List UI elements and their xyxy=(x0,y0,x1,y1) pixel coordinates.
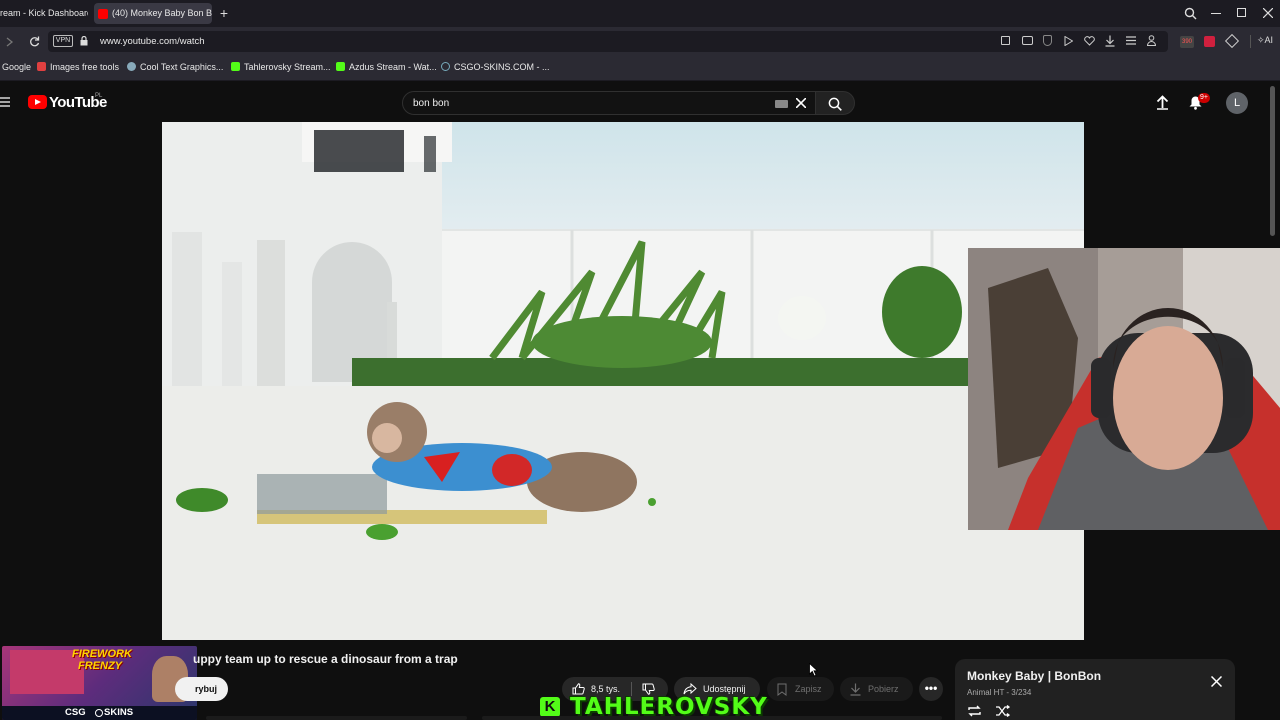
shuffle-icon[interactable] xyxy=(995,705,1010,717)
ad-brand-left: CSG xyxy=(65,707,86,718)
tab-kick-dashboard[interactable]: ream - Kick Dashboard xyxy=(0,3,88,24)
region-code: PL xyxy=(95,93,103,99)
browser-toolbar: VPN www.youtube.com/watch 390 ✧AI xyxy=(0,27,1280,56)
maximize-icon[interactable] xyxy=(1237,8,1246,17)
video-info-area: FIREWORK FRENZY CSG SKINS uppy team up t… xyxy=(0,640,1280,720)
kick-icon xyxy=(336,62,345,71)
loop-icon[interactable] xyxy=(967,705,982,717)
bottom-divider-left xyxy=(206,716,467,720)
playlist-title[interactable]: Monkey Baby | BonBon xyxy=(967,669,1101,683)
camera-icon[interactable] xyxy=(1022,36,1033,45)
bookmark-star-icon xyxy=(127,62,136,71)
menu-list-icon[interactable] xyxy=(1126,36,1136,45)
ai-sparkle-icon: ✧ xyxy=(1257,35,1265,45)
video-player[interactable] xyxy=(162,122,1084,640)
ad-brand-strip: CSG SKINS xyxy=(2,706,197,720)
bookmark-cool-text[interactable]: Cool Text Graphics... xyxy=(127,62,223,72)
ai-button[interactable]: ✧AI xyxy=(1257,35,1273,46)
search-box xyxy=(402,91,816,115)
vpn-badge[interactable]: VPN xyxy=(53,35,73,47)
download-button[interactable]: Pobierz xyxy=(840,677,913,701)
globe-icon xyxy=(441,62,450,71)
browser-tab-bar: ream - Kick Dashboard (40) Monkey Baby B… xyxy=(0,0,1280,27)
mouse-cursor-icon xyxy=(809,663,818,677)
tab-search-icon[interactable] xyxy=(1184,7,1197,20)
minimize-icon[interactable] xyxy=(1211,13,1221,14)
bookmark-icon xyxy=(777,683,787,696)
keyboard-icon[interactable] xyxy=(775,100,788,108)
sponsor-ad-banner[interactable]: FIREWORK FRENZY CSG SKINS xyxy=(2,646,197,720)
close-window-icon[interactable] xyxy=(1263,8,1273,18)
bookmark-google[interactable]: Google xyxy=(2,62,31,72)
bookmark-label: Cool Text Graphics... xyxy=(140,62,224,72)
webcam-overlay xyxy=(968,248,1280,530)
shield-icon[interactable] xyxy=(1043,35,1052,46)
bottom-divider-right xyxy=(482,716,942,720)
bookmark-images-free-tools[interactable]: Images free tools xyxy=(37,62,119,72)
playlist-panel: Monkey Baby | BonBon Animal HT - 3/234 xyxy=(955,659,1235,720)
search-button[interactable] xyxy=(815,91,855,115)
youtube-header: YouTube PL 9+ L xyxy=(0,82,1280,236)
ad-title-line1: FIREWORK xyxy=(72,648,132,660)
bookmark-csgo-skins[interactable]: CSGO-SKINS.COM - ... xyxy=(441,62,550,72)
toolbar-divider xyxy=(1250,35,1251,48)
avatar[interactable]: L xyxy=(1226,92,1248,114)
ai-label: AI xyxy=(1264,35,1274,45)
bookmark-label: Tahlerovsky Stream... xyxy=(244,62,331,72)
tab-label: ream - Kick Dashboard xyxy=(0,8,88,18)
bookmark-red-icon xyxy=(37,62,46,71)
kick-icon xyxy=(231,62,240,71)
extension-n-icon[interactable] xyxy=(1204,36,1215,47)
close-playlist-icon[interactable] xyxy=(1211,676,1222,687)
subscribe-label: rybuj xyxy=(195,684,218,694)
video-title: uppy team up to rescue a dinosaur from a… xyxy=(193,652,458,666)
bookmark-label: CSGO-SKINS.COM - ... xyxy=(454,62,550,72)
video-frame-image xyxy=(162,122,1084,640)
search-icon xyxy=(828,97,842,111)
bookmark-azdus[interactable]: Azdus Stream - Wat... xyxy=(336,62,437,72)
bookmark-tahlerovsky[interactable]: Tahlerovsky Stream... xyxy=(231,62,331,72)
save-button[interactable]: Zapisz xyxy=(767,677,834,701)
download-arrow-icon xyxy=(850,683,861,696)
bookmark-label: Images free tools xyxy=(50,62,120,72)
bookmark-label: Azdus Stream - Wat... xyxy=(349,62,437,72)
webcam-feed-image xyxy=(968,248,1280,530)
download-label: Pobierz xyxy=(868,684,899,694)
extension-cube-icon[interactable] xyxy=(1224,33,1240,49)
tab-label: (40) Monkey Baby Bon Bo xyxy=(112,8,212,18)
heart-icon[interactable] xyxy=(1084,36,1095,46)
reload-icon[interactable] xyxy=(29,36,40,47)
subscribe-button[interactable]: rybuj xyxy=(175,677,228,701)
ad-brand-right: SKINS xyxy=(104,707,134,718)
forward-icon[interactable] xyxy=(6,37,14,47)
play-icon[interactable] xyxy=(1064,36,1073,46)
tab-youtube[interactable]: (40) Monkey Baby Bon Bo xyxy=(94,3,212,24)
address-bar[interactable]: VPN www.youtube.com/watch xyxy=(48,31,1168,52)
extension-badge[interactable]: 390 xyxy=(1180,36,1194,48)
more-actions-icon[interactable]: ••• xyxy=(919,677,943,701)
youtube-logo-icon[interactable] xyxy=(28,95,47,109)
notification-count-badge: 9+ xyxy=(1198,93,1210,103)
hamburger-menu-icon[interactable] xyxy=(0,97,10,107)
save-label: Zapisz xyxy=(795,684,822,694)
clear-search-icon[interactable] xyxy=(796,98,806,108)
youtube-favicon-icon xyxy=(98,8,108,19)
bookmark-label: Google xyxy=(2,62,32,72)
page-scrollbar[interactable] xyxy=(1270,86,1275,236)
ad-brand-logo-icon xyxy=(95,709,103,717)
url-text: www.youtube.com/watch xyxy=(100,36,205,47)
bookmarks-bar: Google Images free tools Cool Text Graph… xyxy=(0,56,1280,81)
profile-icon[interactable] xyxy=(1147,35,1156,46)
kick-logo-icon: K xyxy=(540,697,560,717)
search-input[interactable] xyxy=(413,95,763,111)
edit-icon[interactable] xyxy=(1001,36,1010,45)
lock-icon xyxy=(80,36,88,46)
playlist-meta: Animal HT - 3/234 xyxy=(967,688,1032,697)
download-icon[interactable] xyxy=(1105,35,1115,47)
upload-icon[interactable] xyxy=(1156,95,1169,110)
new-tab-plus-icon[interactable]: + xyxy=(216,5,232,21)
ad-title-line2: FRENZY xyxy=(78,660,122,672)
